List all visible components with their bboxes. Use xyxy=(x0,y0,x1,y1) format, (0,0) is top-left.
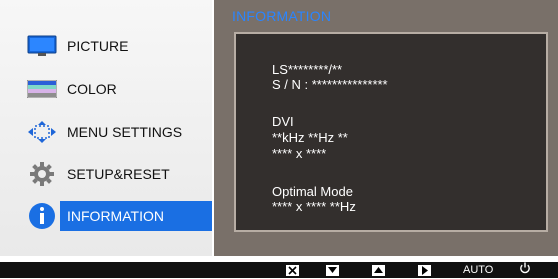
gear-icon xyxy=(26,162,58,186)
enter-button[interactable] xyxy=(418,264,431,276)
model-name: LS********/** xyxy=(272,62,343,77)
input-source: DVI xyxy=(272,114,294,129)
down-button[interactable] xyxy=(326,264,339,276)
color-bars-icon xyxy=(26,77,58,101)
frequency: **kHz **Hz ** xyxy=(272,130,348,145)
osd-menu: PICTURE COLOR MENU SETTINGS SETUP&RESET … xyxy=(0,0,213,256)
menu-item-label: COLOR xyxy=(67,81,117,97)
menu-item-information[interactable]: INFORMATION xyxy=(0,200,212,232)
menu-item-label: INFORMATION xyxy=(67,208,164,224)
menu-item-label: MENU SETTINGS xyxy=(67,124,183,140)
menu-item-label: PICTURE xyxy=(67,38,129,54)
menu-item-picture[interactable]: PICTURE xyxy=(0,30,212,62)
menu-settings-arrows-icon xyxy=(26,120,58,144)
information-panel: INFORMATION LS********/** S / N : ******… xyxy=(212,0,558,256)
auto-button[interactable]: AUTO xyxy=(463,264,493,276)
up-button[interactable] xyxy=(372,264,385,276)
triangle-right-icon xyxy=(418,264,431,276)
optimal-mode-value: **** x **** **Hz xyxy=(272,199,356,214)
power-icon xyxy=(519,261,531,279)
triangle-down-icon xyxy=(326,264,339,276)
serial-number: S / N : *************** xyxy=(272,77,388,92)
info-box: LS********/** S / N : *************** DV… xyxy=(234,32,548,232)
menu-item-setup-reset[interactable]: SETUP&RESET xyxy=(0,158,212,190)
triangle-up-icon xyxy=(372,264,385,276)
panel-title: INFORMATION xyxy=(232,8,332,24)
menu-item-label: SETUP&RESET xyxy=(67,166,170,182)
monitor-icon xyxy=(26,34,58,58)
menu-item-color[interactable]: COLOR xyxy=(0,73,212,105)
auto-label: AUTO xyxy=(463,264,494,276)
resolution: **** x **** xyxy=(272,146,327,161)
optimal-mode-label: Optimal Mode xyxy=(272,184,353,199)
close-icon xyxy=(286,264,299,276)
menu-item-menu-settings[interactable]: MENU SETTINGS xyxy=(0,116,212,148)
power-button[interactable] xyxy=(519,261,531,279)
control-bar: AUTO xyxy=(0,262,558,278)
close-button[interactable] xyxy=(286,264,299,276)
info-icon xyxy=(26,203,58,229)
